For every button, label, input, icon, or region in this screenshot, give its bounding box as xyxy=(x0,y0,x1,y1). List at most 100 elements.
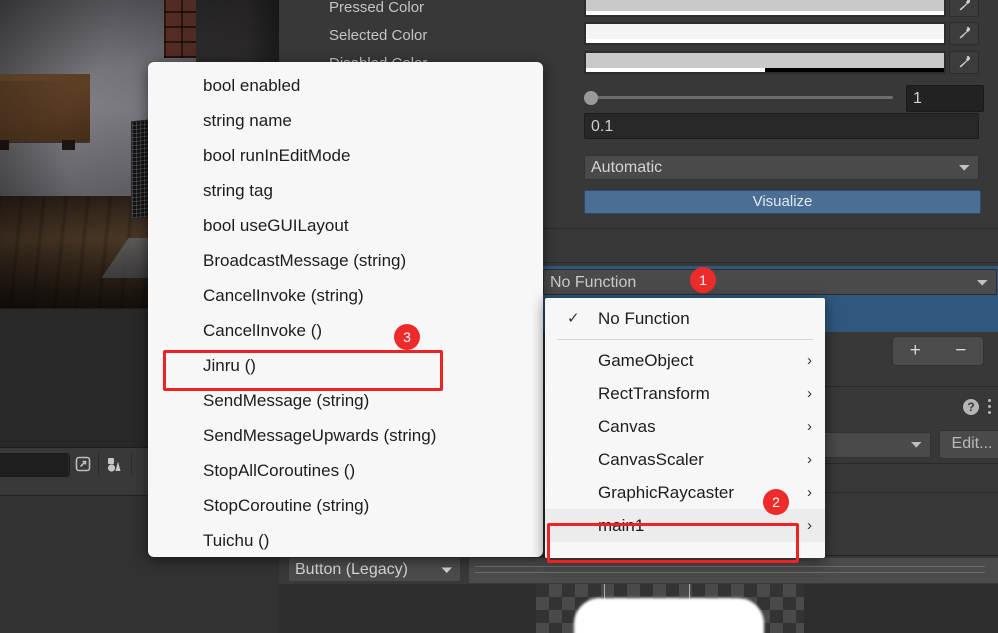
menu-item-stopallcoroutines[interactable]: StopAllCoroutines () xyxy=(148,453,543,488)
menu-item-canvasscaler[interactable]: CanvasScaler › xyxy=(545,443,825,476)
expand-glyph xyxy=(75,456,91,471)
project-search-field[interactable] xyxy=(0,453,70,477)
chevron-down-glyph xyxy=(977,279,988,286)
fade-duration-field[interactable]: 0.1 xyxy=(584,113,979,139)
menu-item-string-tag[interactable]: string tag xyxy=(148,173,543,208)
label-pressed-color: Pressed Color xyxy=(329,0,425,16)
chevron-down-icon xyxy=(958,156,971,180)
menu-item-label: main1 xyxy=(598,516,645,535)
function-list-menu[interactable]: bool enabled string name bool runInEditM… xyxy=(148,62,543,557)
sprite-slice-guide xyxy=(604,584,605,633)
eyedropper-glyph xyxy=(959,27,970,39)
field-line xyxy=(475,572,985,573)
menu-item-jinru[interactable]: Jinru () xyxy=(148,348,543,383)
menu-item-label: CanvasScaler xyxy=(598,450,704,469)
alpha-bar xyxy=(586,11,944,15)
alpha-bar xyxy=(586,68,765,72)
menu-item-gameobject[interactable]: GameObject › xyxy=(545,344,825,377)
navigation-dropdown-value: Automatic xyxy=(591,158,663,176)
help-icon[interactable]: ? xyxy=(963,399,979,415)
chevron-right-icon: › xyxy=(807,484,812,501)
add-event-button[interactable]: + xyxy=(893,338,938,364)
menu-item-canvas[interactable]: Canvas › xyxy=(545,410,825,443)
sprite-preview-image xyxy=(574,598,764,633)
annotation-badge-2: 2 xyxy=(763,489,789,515)
navigation-dropdown[interactable]: Automatic xyxy=(584,155,979,180)
pressed-color-row[interactable] xyxy=(584,0,979,17)
menu-item-tuichu[interactable]: Tuichu () xyxy=(148,523,543,557)
transparency-checkerboard xyxy=(536,584,804,633)
menu-item-main1[interactable]: main1 › xyxy=(545,509,825,542)
menu-item-bool-enabled[interactable]: bool enabled xyxy=(148,68,543,103)
component-type-value: Button (Legacy) xyxy=(295,560,408,578)
unity-editor-screenshot: Pressed Color Selected Color Disabled Co… xyxy=(0,0,998,633)
sprite-preview-area: CSDN @阿松爱睡觉 xyxy=(279,584,998,633)
slider-value-field[interactable]: 1 xyxy=(906,85,984,112)
chevron-right-icon: › xyxy=(807,517,812,534)
sprite-slice-guide xyxy=(689,584,690,633)
menu-item-cancelinvoke-string[interactable]: CancelInvoke (string) xyxy=(148,278,543,313)
inspector-divider xyxy=(540,228,998,229)
component-type-dropdown[interactable]: Button (Legacy) xyxy=(288,557,461,582)
toolbar-divider xyxy=(131,452,132,476)
menu-separator xyxy=(557,339,813,340)
annotation-badge-1: 1 xyxy=(690,267,716,293)
selected-color-swatch[interactable] xyxy=(584,22,946,45)
menu-item-broadcastmessage[interactable]: BroadcastMessage (string) xyxy=(148,243,543,278)
function-dropdown-value: No Function xyxy=(550,273,637,291)
component-list-menu[interactable]: ✓ No Function GameObject › RectTransform… xyxy=(545,298,825,558)
function-dropdown[interactable]: No Function xyxy=(543,269,997,295)
menu-item-bool-runineditmode[interactable]: bool runInEditMode xyxy=(148,138,543,173)
chevron-down-icon xyxy=(441,558,453,582)
menu-item-sendmessageupwards[interactable]: SendMessageUpwards (string) xyxy=(148,418,543,453)
disabled-color-row[interactable] xyxy=(584,51,979,74)
menu-item-stopcoroutine[interactable]: StopCoroutine (string) xyxy=(148,488,543,523)
remove-event-button[interactable]: − xyxy=(939,338,984,364)
disabled-color-swatch[interactable] xyxy=(584,51,946,74)
kebab-menu-icon[interactable] xyxy=(988,399,992,415)
menu-item-label: RectTransform xyxy=(598,384,710,403)
slider-handle[interactable] xyxy=(584,91,598,105)
expand-icon[interactable] xyxy=(69,452,98,476)
material-dropdown[interactable] xyxy=(819,432,931,458)
chevron-down-icon xyxy=(976,270,989,295)
chevron-down-glyph xyxy=(441,567,452,573)
menu-item-recttransform[interactable]: RectTransform › xyxy=(545,377,825,410)
menu-item-label: GameObject xyxy=(598,351,694,370)
chevron-right-icon: › xyxy=(807,385,812,402)
menu-item-label: GraphicRaycaster xyxy=(598,483,735,502)
visualize-button[interactable]: Visualize xyxy=(584,190,981,214)
color-multiplier-slider-row[interactable]: 1 xyxy=(584,85,984,112)
eyedropper-icon[interactable] xyxy=(949,22,979,45)
menu-item-sendmessage[interactable]: SendMessage (string) xyxy=(148,383,543,418)
chevron-down-glyph xyxy=(959,164,970,171)
edit-button[interactable]: Edit... xyxy=(939,430,998,459)
menu-item-cancelinvoke[interactable]: CancelInvoke () xyxy=(148,313,543,348)
chevron-right-icon: › xyxy=(807,418,812,435)
annotation-badge-3: 3 xyxy=(394,324,420,350)
chevron-down-glyph xyxy=(911,442,922,448)
alpha-bar xyxy=(586,39,944,43)
chevron-right-icon: › xyxy=(807,352,812,369)
add-remove-event-buttons[interactable]: + − xyxy=(892,336,984,366)
slider-track[interactable] xyxy=(586,96,893,99)
menu-item-no-function[interactable]: ✓ No Function xyxy=(545,302,825,335)
check-icon: ✓ xyxy=(567,310,580,327)
eyedropper-icon[interactable] xyxy=(949,51,979,74)
menu-item-string-name[interactable]: string name xyxy=(148,103,543,138)
chevron-right-icon: › xyxy=(807,451,812,468)
pressed-color-swatch[interactable] xyxy=(584,0,946,17)
menu-item-bool-usegulayout[interactable]: bool useGUILayout xyxy=(148,208,543,243)
eyedropper-glyph xyxy=(959,0,970,11)
eyedropper-glyph xyxy=(959,56,970,68)
component-object-field[interactable] xyxy=(468,557,998,584)
eyedropper-icon[interactable] xyxy=(949,0,979,17)
lighting-icon[interactable] xyxy=(100,452,129,476)
menu-item-label: No Function xyxy=(598,309,690,328)
selected-color-row[interactable] xyxy=(584,22,979,45)
menu-item-label: Canvas xyxy=(598,417,656,436)
label-selected-color: Selected Color xyxy=(329,27,428,44)
lighting-glyph xyxy=(107,457,120,472)
chevron-down-icon xyxy=(910,436,923,454)
field-line xyxy=(475,566,985,567)
